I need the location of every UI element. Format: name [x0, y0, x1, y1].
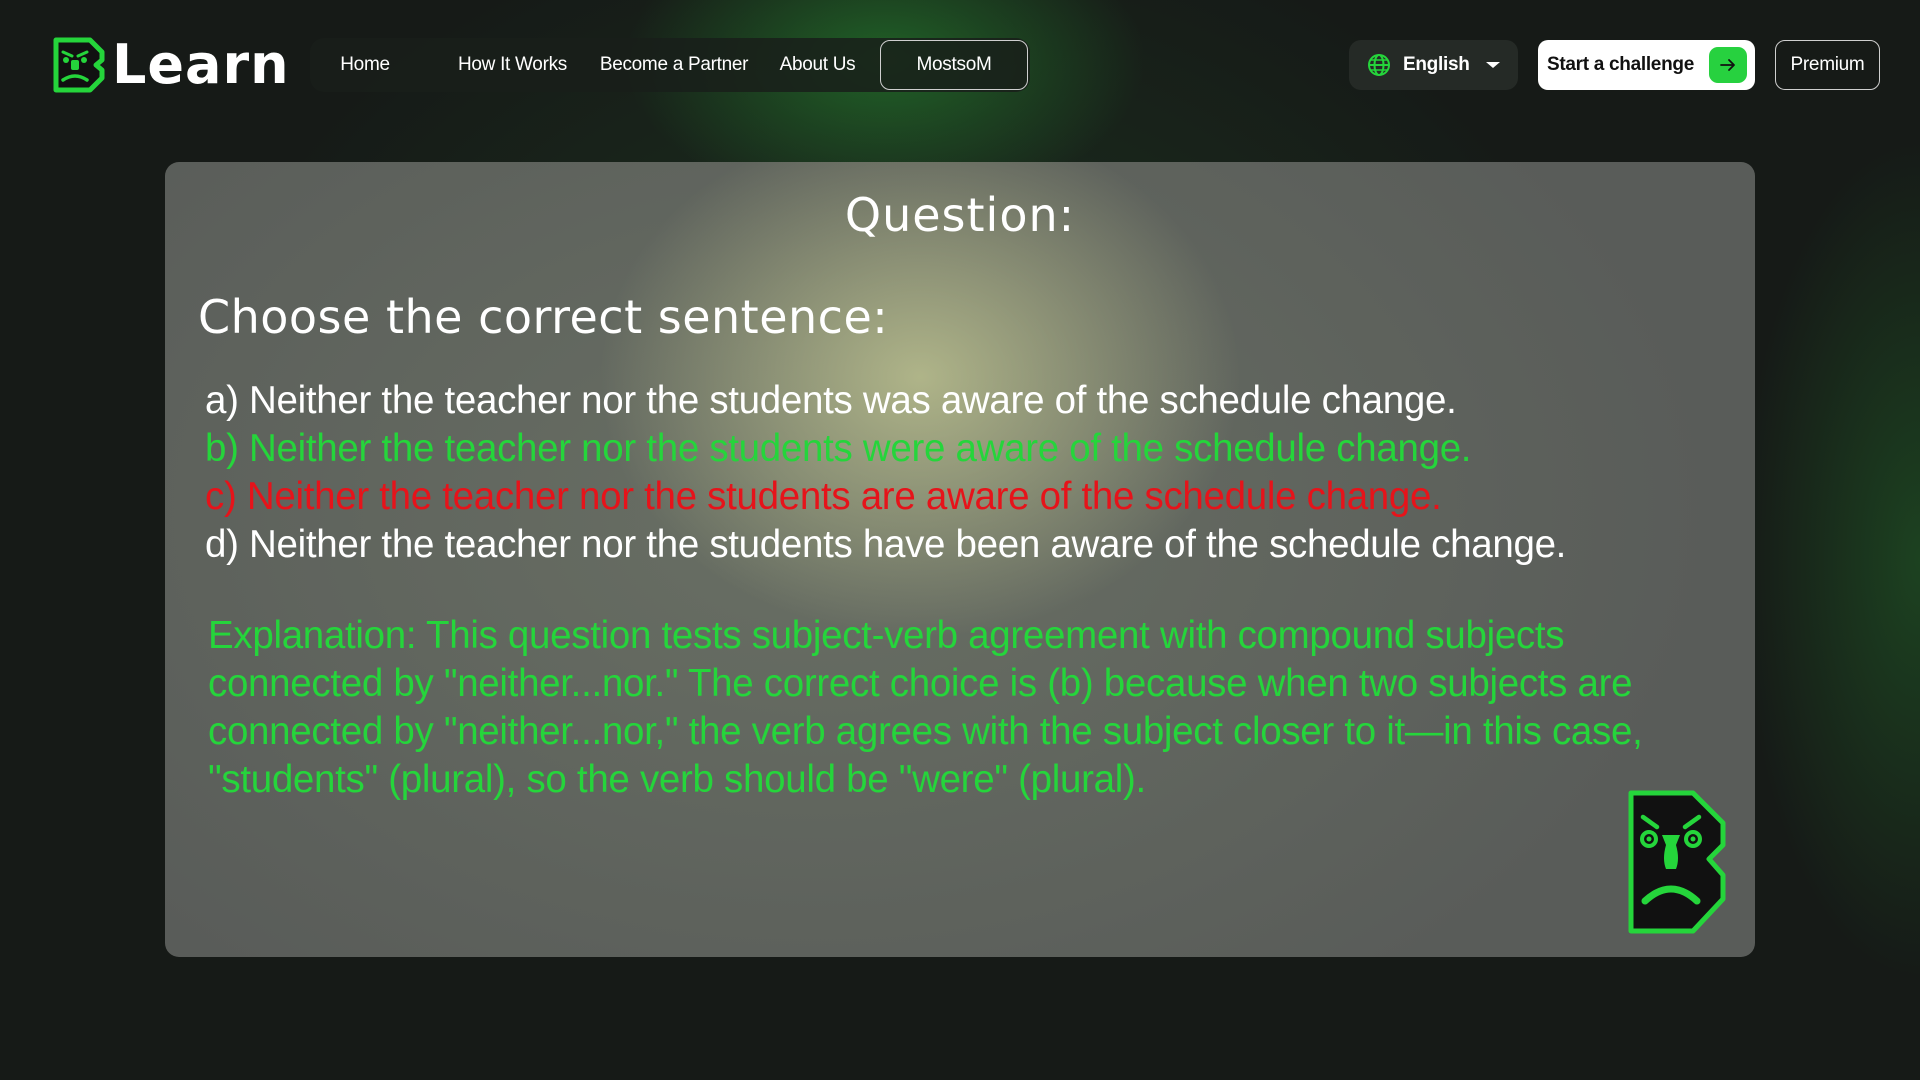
arrow-right-icon	[1709, 47, 1747, 83]
start-challenge-label: Start a challenge	[1547, 54, 1694, 75]
start-challenge-button[interactable]: Start a challenge	[1538, 40, 1755, 90]
answer-options: a) Neither the teacher nor the students …	[205, 377, 1566, 569]
main-nav: Home How It Works Become a Partner About…	[310, 38, 1030, 92]
globe-icon	[1368, 54, 1390, 76]
option-a[interactable]: a) Neither the teacher nor the students …	[205, 377, 1566, 425]
angry-face-b-mascot-icon	[1628, 790, 1726, 934]
question-card: Question: Choose the correct sentence: a…	[165, 162, 1755, 957]
language-selector[interactable]: English	[1349, 40, 1518, 90]
option-c[interactable]: c) Neither the teacher nor the students …	[205, 473, 1566, 521]
question-title: Question:	[844, 188, 1076, 242]
nav-about-us[interactable]: About Us	[765, 38, 870, 92]
option-b[interactable]: b) Neither the teacher nor the students …	[205, 425, 1566, 473]
user-profile-button[interactable]: MostsoM	[880, 40, 1028, 90]
language-label: English	[1403, 54, 1470, 75]
angry-face-b-logo-icon	[53, 37, 105, 93]
logo[interactable]: Learn	[50, 36, 290, 94]
nav-how-it-works[interactable]: How It Works	[440, 38, 585, 92]
question-prompt: Choose the correct sentence:	[198, 290, 889, 344]
logo-text: Learn	[112, 33, 290, 96]
premium-button[interactable]: Premium	[1775, 40, 1880, 90]
chevron-down-icon	[1485, 62, 1500, 68]
explanation-text: Explanation: This question tests subject…	[208, 614, 1643, 801]
nav-home[interactable]: Home	[310, 38, 420, 92]
nav-become-a-partner[interactable]: Become a Partner	[593, 38, 755, 92]
option-d[interactable]: d) Neither the teacher nor the students …	[205, 521, 1566, 569]
